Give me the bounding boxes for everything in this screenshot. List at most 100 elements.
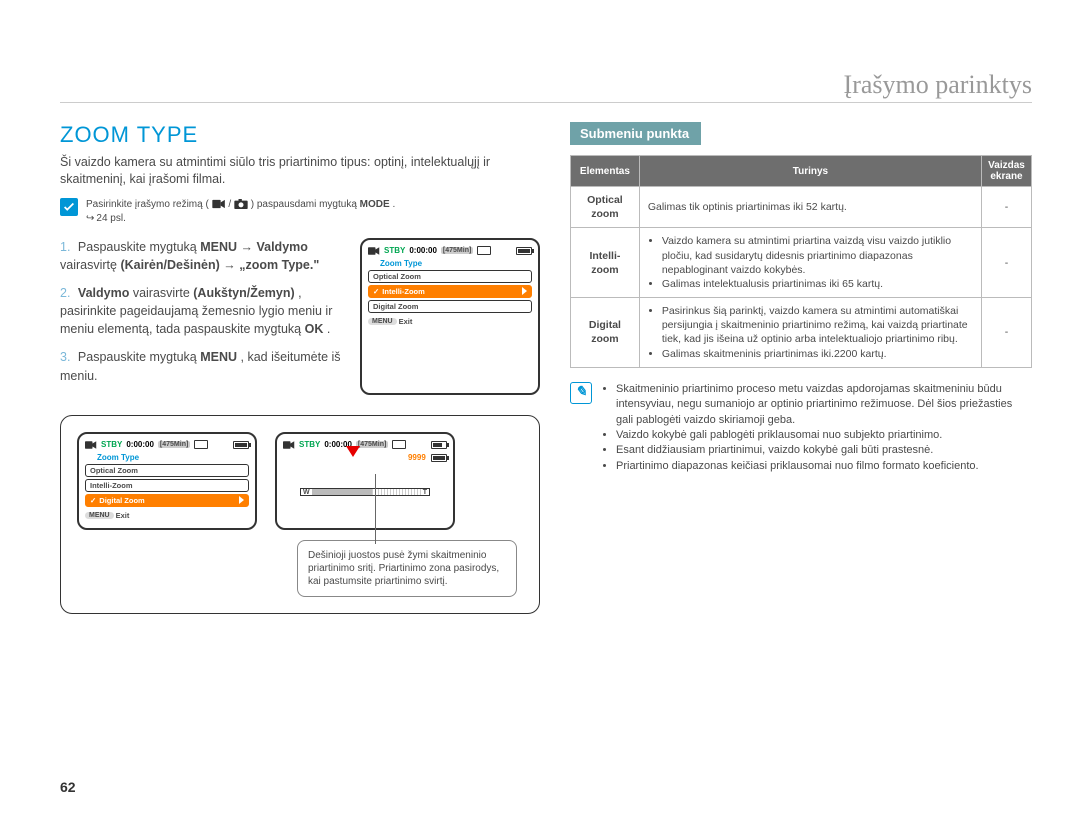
menu-chip[interactable]: MENU	[368, 318, 397, 325]
cell-elem: Optical zoom	[571, 187, 640, 228]
section-title: ZOOM TYPE	[60, 122, 540, 148]
menu-exit-row: MENU Exit	[368, 317, 532, 326]
camera-screen-zoom: STBY 0:00:00 [475Min] 9999	[275, 432, 455, 530]
s2-ok: OK	[305, 322, 324, 336]
zoom-cursor-icon	[346, 446, 360, 457]
step-2: 2. Valdymo vairasvirte (Aukštyn/Žemyn) ,…	[60, 284, 350, 338]
menu-item-optical[interactable]: Optical Zoom	[85, 464, 249, 477]
menu-items: Optical Zoom Intelli-Zoom ✓ Digital Zoom	[85, 464, 249, 507]
page-ref-text: 24 psl.	[96, 212, 125, 226]
menu-item-intelli-selected[interactable]: ✓ Intelli-Zoom	[368, 285, 532, 298]
video-mode-icon	[212, 199, 226, 209]
battery-icon	[431, 441, 447, 449]
precheck-text: Pasirinkite įrašymo režimą ( / ) paspaus…	[86, 198, 540, 226]
precheck-row: Pasirinkite įrašymo režimą ( / ) paspaus…	[60, 198, 540, 226]
card-icon	[477, 246, 491, 255]
manual-page: Įrašymo parinktys ZOOM TYPE Ši vaizdo ka…	[0, 0, 1080, 827]
battery-icon	[431, 454, 447, 462]
note-icon: ✎	[570, 382, 592, 404]
cell-elem: Intelli-zoom	[571, 228, 640, 298]
remaining-time: [475Min]	[158, 441, 190, 448]
s3-menu: MENU	[200, 350, 237, 364]
cell-content: Pasirinkus šią parinktį, vaizdo kamera s…	[639, 298, 981, 368]
note-item: Priartinimo diapazonas keičiasi priklaus…	[616, 459, 1032, 474]
precheck-c: ) paspausdami mygtuką	[251, 199, 360, 210]
th-element: Elementas	[571, 156, 640, 187]
note-item: Esant didžiausiam priartinimui, vaizdo k…	[616, 443, 1032, 458]
remaining-time: [475Min]	[441, 247, 473, 254]
s2-c: (Aukštyn/Žemyn)	[193, 286, 294, 300]
photo-mode-icon	[234, 199, 248, 209]
s1-e: „zoom Type."	[239, 258, 319, 272]
hook-arrow-icon: ↪	[86, 212, 94, 226]
menu-item-digital-selected[interactable]: ✓ Digital Zoom	[85, 494, 249, 507]
note-box: ✎ Skaitmeninio priartinimo proceso metu …	[570, 382, 1032, 474]
cam-statusbar: STBY 0:00:00 [475Min]	[368, 246, 532, 256]
screens-row: STBY 0:00:00 [475Min] Zoom Type Optical …	[77, 432, 523, 530]
precheck-d: .	[392, 199, 395, 210]
s2-b: vairasvirte	[133, 286, 193, 300]
page-ref: ↪ 24 psl.	[86, 212, 126, 226]
callout-line	[375, 474, 376, 544]
menu-title: Zoom Type	[380, 259, 532, 268]
battery-icon	[516, 247, 532, 255]
stby-label: STBY	[384, 246, 405, 255]
chapter-title: Įrašymo parinktys	[844, 70, 1032, 100]
table-row: Optical zoom Galimas tik optinis priarti…	[571, 187, 1032, 228]
card-icon	[392, 440, 406, 449]
cam-statusbar: STBY 0:00:00 [475Min]	[85, 440, 249, 450]
menu-chip[interactable]: MENU	[85, 512, 114, 519]
list-item: Pasirinkus šią parinktį, vaizdo kamera s…	[662, 304, 973, 347]
column-right: Submeniu punkta Elementas Turinys Vaizda…	[570, 122, 1032, 614]
menu-title: Zoom Type	[97, 453, 249, 462]
checkmark-icon: ✓	[90, 496, 96, 505]
stby-label: STBY	[101, 440, 122, 449]
list-item: Galimas skaitmeninis priartinimas iki.22…	[662, 347, 973, 361]
zoom-bar-area: W T	[283, 462, 447, 522]
cell-display: -	[982, 187, 1032, 228]
steps-text: 1. Paspauskite mygtuką MENU → Valdymo va…	[60, 238, 350, 395]
zoom-digital-segment	[372, 489, 421, 495]
item-label: Optical Zoom	[90, 466, 138, 475]
s1-arrow2: →	[223, 258, 239, 272]
cell-content: Vaizdo kamera su atmintimi priartina vai…	[639, 228, 981, 298]
menu-item-optical[interactable]: Optical Zoom	[368, 270, 532, 283]
s1-d: (Kairėn/Dešinėn)	[120, 258, 219, 272]
note-item: Skaitmeninio priartinimo proceso metu va…	[616, 382, 1032, 428]
record-mode-icon	[85, 440, 97, 450]
card-icon	[194, 440, 208, 449]
record-mode-icon	[283, 440, 295, 450]
remaining-time: [475Min]	[356, 441, 388, 448]
checkmark-icon: ✓	[373, 287, 379, 296]
stby-label: STBY	[299, 440, 320, 449]
screens-box: STBY 0:00:00 [475Min] Zoom Type Optical …	[60, 415, 540, 614]
th-display: Vaizdas ekrane	[982, 156, 1032, 187]
step-number: 3.	[60, 350, 70, 364]
camera-screen-left: STBY 0:00:00 [475Min] Zoom Type Optical …	[77, 432, 257, 530]
cell-elem: Digital zoom	[571, 298, 640, 368]
chevron-right-icon	[522, 287, 527, 295]
menu-item-digital[interactable]: Digital Zoom	[368, 300, 532, 313]
cell-content: Galimas tik optinis priartinimas iki 52 …	[639, 187, 981, 228]
s2-e: .	[327, 322, 330, 336]
s3-a: Paspauskite mygtuką	[78, 350, 200, 364]
s1-c: vairasvirtę	[60, 258, 120, 272]
chevron-right-icon	[239, 496, 244, 504]
item-label: Digital Zoom	[373, 302, 418, 311]
header-divider	[60, 102, 1032, 103]
item-label: Intelli-Zoom	[90, 481, 133, 490]
zoom-optical-segment	[312, 489, 372, 495]
rec-time: 0:00:00	[126, 440, 154, 449]
menu-exit-row: MENU Exit	[85, 511, 249, 520]
menu-item-intelli[interactable]: Intelli-Zoom	[85, 479, 249, 492]
photo-count-row: 9999	[283, 453, 447, 462]
column-left: ZOOM TYPE Ši vaizdo kamera su atmintimi …	[60, 122, 540, 614]
note-list: Skaitmeninio priartinimo proceso metu va…	[600, 382, 1032, 474]
record-mode-icon	[368, 246, 380, 256]
precheck-mode: MODE	[360, 199, 390, 210]
exit-label: Exit	[399, 317, 413, 326]
check-icon	[60, 198, 78, 216]
s1-b: Valdymo	[256, 240, 307, 254]
table-row: Digital zoom Pasirinkus šią parinktį, va…	[571, 298, 1032, 368]
s1-a: Paspauskite mygtuką	[78, 240, 200, 254]
